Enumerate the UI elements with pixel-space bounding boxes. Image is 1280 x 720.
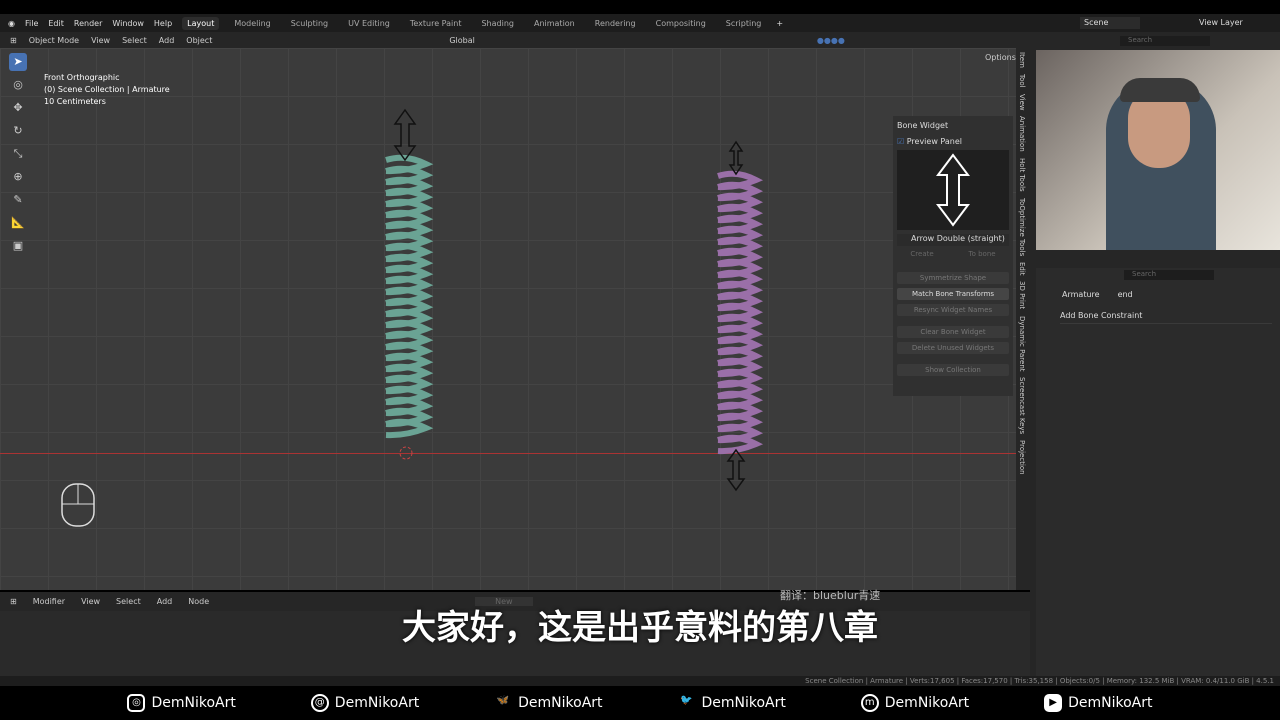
tab-item[interactable]: Item — [1018, 52, 1026, 68]
tab-texture-paint[interactable]: Texture Paint — [405, 17, 467, 30]
outliner-search[interactable]: Search — [1120, 36, 1210, 46]
tab-shading[interactable]: Shading — [476, 17, 519, 30]
menu-view[interactable]: View — [91, 36, 110, 45]
sidebar-tabs: Item Tool View Animation Holt Tools ToOp… — [1016, 48, 1030, 590]
tab-edit[interactable]: Edit — [1018, 262, 1026, 276]
menu-render[interactable]: Render — [74, 19, 102, 28]
tab-uv-editing[interactable]: UV Editing — [343, 17, 395, 30]
tab-screencast-keys[interactable]: Screencast Keys — [1018, 377, 1026, 434]
tab-tooptimize[interactable]: ToOptimize Tools — [1018, 198, 1026, 256]
menu-window[interactable]: Window — [112, 19, 144, 28]
view-layer-selector[interactable]: View Layer — [1196, 17, 1246, 29]
menu-file[interactable]: File — [25, 19, 38, 28]
orientation-dropdown[interactable]: Global — [449, 36, 475, 45]
bone-widget-panel: Bone Widget ☑ Preview Panel Arrow Double… — [893, 116, 1013, 396]
3d-viewport[interactable]: ➤ ◎ ✥ ↻ ⤡ ⊕ ✎ 📐 ▣ Front Orthographic (0)… — [0, 48, 1016, 590]
tab-compositing[interactable]: Compositing — [651, 17, 711, 30]
add-bone-constraint-dropdown[interactable]: Add Bone Constraint — [1060, 311, 1272, 324]
tab-sculpting[interactable]: Sculpting — [286, 17, 333, 30]
mastodon-icon: m — [860, 694, 879, 712]
tab-3d-print[interactable]: 3D Print — [1018, 281, 1026, 309]
match-transforms-button[interactable]: Match Bone Transforms — [897, 288, 1009, 300]
preview-checkbox[interactable]: ☑ — [897, 137, 904, 146]
symmetrize-button[interactable]: Symmetrize Shape — [897, 272, 1009, 284]
bone-breadcrumb[interactable]: end — [1118, 290, 1133, 299]
social-threads: @ DemNikoArt — [310, 694, 419, 712]
tab-rendering[interactable]: Rendering — [590, 17, 641, 30]
social-mastodon: m DemNikoArt — [860, 694, 969, 712]
tab-modeling[interactable]: Modeling — [229, 17, 275, 30]
social-youtube: ▶ DemNikoArt — [1044, 694, 1153, 712]
tab-dynamic-parent[interactable]: Dynamic Parent — [1018, 316, 1026, 372]
tab-holt-tools[interactable]: Holt Tools — [1018, 158, 1026, 192]
panel-title: Bone Widget — [897, 121, 949, 130]
purple-spring[interactable] — [717, 170, 764, 455]
mode-dropdown[interactable]: Object Mode — [29, 36, 79, 45]
menu-edit[interactable]: Edit — [48, 19, 64, 28]
armature-breadcrumb[interactable]: Armature — [1062, 290, 1100, 299]
arrow-bone-purple-top — [728, 140, 744, 176]
shading-solid-icon[interactable]: ●●●● — [817, 36, 845, 45]
scene-selector[interactable]: Scene — [1080, 17, 1140, 29]
twitter-icon: 🐦 — [680, 695, 693, 706]
menu-add[interactable]: Add — [159, 36, 175, 45]
spring-coil — [385, 418, 434, 439]
viewport-header: ⊞ Object Mode View Select Add Object Glo… — [0, 32, 1030, 48]
social-bar: ◎ DemNikoArt @ DemNikoArt 🦋 DemNikoArt 🐦 Dem… — [0, 686, 1280, 720]
clear-widget-button[interactable]: Clear Bone Widget — [897, 326, 1009, 338]
social-instagram: ◎ DemNikoArt — [127, 694, 236, 712]
arrow-bone-purple-bottom — [726, 448, 746, 492]
tab-scripting[interactable]: Scripting — [721, 17, 767, 30]
menu-select[interactable]: Select — [122, 36, 147, 45]
resync-button[interactable]: Resync Widget Names — [897, 304, 1009, 316]
double-arrow-icon — [936, 153, 970, 227]
social-bluesky: 🦋 DemNikoArt — [494, 694, 603, 712]
menu-object[interactable]: Object — [186, 36, 212, 45]
tab-animation-side[interactable]: Animation — [1018, 116, 1026, 152]
to-bone-button[interactable]: To bone — [969, 250, 996, 258]
delete-unused-button[interactable]: Delete Unused Widgets — [897, 342, 1009, 354]
editor-type-icon[interactable]: ⊞ — [10, 36, 17, 45]
tab-layout[interactable]: Layout — [182, 16, 220, 30]
create-button[interactable]: Create — [910, 250, 933, 258]
properties-search[interactable]: Search — [1124, 270, 1214, 280]
instagram-icon: ◎ — [127, 694, 146, 712]
preview-label: Preview Panel — [906, 137, 962, 146]
threads-icon: @ — [310, 694, 329, 712]
youtube-icon: ▶ — [1044, 694, 1063, 712]
show-collection-button[interactable]: Show Collection — [897, 364, 1009, 376]
blender-logo-icon[interactable]: ◉ — [8, 19, 15, 28]
scene-canvas — [61, 108, 764, 527]
tab-projection[interactable]: Projection — [1018, 440, 1026, 475]
social-twitter: 🐦 DemNikoArt — [677, 694, 786, 712]
spring-coil — [717, 434, 764, 455]
arrow-bone-top — [393, 108, 417, 162]
webcam-feed — [1036, 50, 1280, 250]
menu-help[interactable]: Help — [154, 19, 172, 28]
shape-dropdown[interactable]: Arrow Double (straight) — [897, 234, 1009, 246]
tab-view[interactable]: View — [1018, 94, 1026, 111]
tab-tool[interactable]: Tool — [1018, 74, 1026, 88]
widget-preview — [897, 150, 1009, 230]
subtitle: 大家好，这是出乎意料的第八章 — [402, 608, 878, 648]
bluesky-icon: 🦋 — [496, 695, 510, 706]
add-workspace-button[interactable]: + — [776, 19, 783, 28]
status-bar: Scene Collection | Armature | Verts:17,6… — [0, 676, 1280, 686]
green-spring[interactable] — [385, 154, 434, 439]
3d-cursor-icon — [399, 446, 413, 460]
tab-animation[interactable]: Animation — [529, 17, 580, 30]
